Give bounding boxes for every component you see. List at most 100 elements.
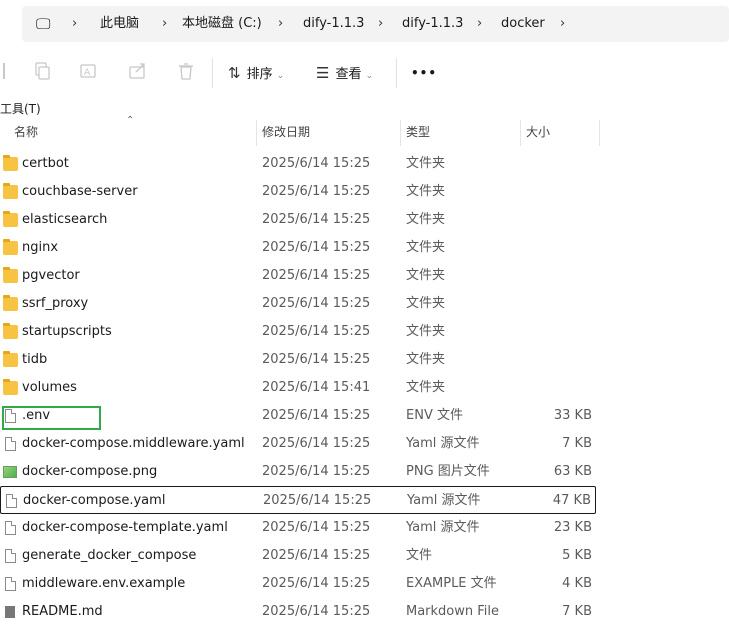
file-date: 2025/6/14 15:25 xyxy=(262,156,371,171)
list-item[interactable]: pgvector 2025/6/14 15:25 文件夹 xyxy=(0,262,600,290)
sort-ascending-icon: ⌃ xyxy=(126,115,135,126)
breadcrumb[interactable]: 🖵 › 此电脑 › 本地磁盘 (C:) › dify-1.1.3 › dify-… xyxy=(22,6,729,42)
menu-tools[interactable]: 工具(T) xyxy=(0,100,41,117)
yaml-file-icon xyxy=(6,494,17,508)
file-date: 2025/6/14 15:41 xyxy=(262,380,371,395)
copy-icon[interactable] xyxy=(30,61,54,85)
file-size: 63 KB xyxy=(553,464,592,479)
list-item[interactable]: tidb 2025/6/14 15:25 文件夹 xyxy=(0,346,600,374)
column-header-size[interactable]: 大小 xyxy=(526,118,550,146)
view-icon: ☰ xyxy=(316,64,330,82)
folder-icon xyxy=(3,211,18,227)
file-icon xyxy=(5,577,16,591)
list-item[interactable]: docker-compose.png 2025/6/14 15:25 PNG 图… xyxy=(0,458,600,486)
file-date: 2025/6/14 15:25 xyxy=(262,184,371,199)
computer-icon[interactable]: 🖵 xyxy=(36,6,50,42)
list-item[interactable]: generate_docker_compose 2025/6/14 15:25 … xyxy=(0,542,600,570)
list-item[interactable]: couchbase-server 2025/6/14 15:25 文件夹 xyxy=(0,178,600,206)
folder-icon xyxy=(3,267,18,283)
file-size: 4 KB xyxy=(562,576,592,591)
file-type: Yaml 源文件 xyxy=(407,493,481,508)
list-item[interactable]: middleware.env.example 2025/6/14 15:25 E… xyxy=(0,570,600,598)
file-date: 2025/6/14 15:25 xyxy=(262,212,371,227)
file-name: ssrf_proxy xyxy=(22,296,89,311)
file-name: middleware.env.example xyxy=(22,576,186,591)
file-name: certbot xyxy=(22,156,69,171)
menu-bar: 工具(T) xyxy=(0,98,729,118)
list-item-focused[interactable]: docker-compose.yaml 2025/6/14 15:25 Yaml… xyxy=(0,486,596,514)
folder-icon xyxy=(3,183,18,199)
file-size: 7 KB xyxy=(562,604,592,619)
column-header-name[interactable]: 名称 xyxy=(14,118,38,146)
list-item[interactable]: README.md 2025/6/14 15:25 Markdown File … xyxy=(0,598,600,626)
column-divider[interactable] xyxy=(400,120,401,146)
breadcrumb-item-local-disk[interactable]: 本地磁盘 (C:) xyxy=(182,6,262,42)
list-item[interactable]: ssrf_proxy 2025/6/14 15:25 文件夹 xyxy=(0,290,600,318)
list-item[interactable]: docker-compose-template.yaml 2025/6/14 1… xyxy=(0,514,600,542)
folder-icon xyxy=(3,155,18,171)
file-date: 2025/6/14 15:25 xyxy=(262,604,371,619)
column-header-date[interactable]: 修改日期 xyxy=(262,118,310,146)
file-name: volumes xyxy=(22,380,77,395)
folder-icon xyxy=(3,351,18,367)
highlight-box xyxy=(2,406,101,430)
file-size: 23 KB xyxy=(553,520,592,535)
column-divider[interactable] xyxy=(520,120,521,146)
chevron-right-icon[interactable]: › xyxy=(162,6,167,42)
file-name: nginx xyxy=(22,240,59,255)
file-name: docker-compose.middleware.yaml xyxy=(22,436,245,451)
list-item[interactable]: elasticsearch 2025/6/14 15:25 文件夹 xyxy=(0,206,600,234)
chevron-right-icon[interactable]: › xyxy=(560,6,565,42)
breadcrumb-item-dify-inner[interactable]: dify-1.1.3 xyxy=(402,6,463,42)
delete-icon[interactable] xyxy=(174,61,198,85)
file-name: elasticsearch xyxy=(22,212,108,227)
markdown-file-icon xyxy=(5,606,15,618)
breadcrumb-item-this-pc[interactable]: 此电脑 xyxy=(100,6,139,42)
list-item[interactable]: startupscripts 2025/6/14 15:25 文件夹 xyxy=(0,318,600,346)
file-name: generate_docker_compose xyxy=(22,548,197,563)
share-icon[interactable] xyxy=(126,61,150,85)
file-date: 2025/6/14 15:25 xyxy=(262,352,371,367)
file-date: 2025/6/14 15:25 xyxy=(262,464,371,479)
file-size: 33 KB xyxy=(553,408,592,423)
folder-icon xyxy=(3,379,18,395)
column-divider[interactable] xyxy=(256,120,257,146)
svg-text:A: A xyxy=(84,68,91,78)
list-item[interactable]: certbot 2025/6/14 15:25 文件夹 xyxy=(0,150,600,178)
list-item[interactable]: docker-compose.middleware.yaml 2025/6/14… xyxy=(0,430,600,458)
column-divider[interactable] xyxy=(599,120,600,146)
file-name: docker-compose.yaml xyxy=(23,493,166,508)
file-type: Yaml 源文件 xyxy=(406,436,480,451)
view-button[interactable]: ☰ 查看 ⌄ xyxy=(316,61,373,85)
list-item[interactable]: volumes 2025/6/14 15:41 文件夹 xyxy=(0,374,600,402)
rename-icon[interactable]: A xyxy=(77,61,101,85)
file-date: 2025/6/14 15:25 xyxy=(262,548,371,563)
file-date: 2025/6/14 15:25 xyxy=(262,408,371,423)
sort-label: 排序 xyxy=(246,67,273,82)
file-type: EXAMPLE 文件 xyxy=(406,576,497,591)
file-type: Yaml 源文件 xyxy=(406,520,480,535)
file-name: README.md xyxy=(22,604,103,619)
chevron-down-icon: ⌄ xyxy=(365,71,374,81)
file-type: 文件夹 xyxy=(406,184,446,199)
chevron-right-icon[interactable]: › xyxy=(477,6,482,42)
chevron-right-icon[interactable]: › xyxy=(378,6,383,42)
file-type: 文件 xyxy=(406,548,433,563)
cut-icon[interactable] xyxy=(0,61,16,85)
breadcrumb-item-dify-outer[interactable]: dify-1.1.3 xyxy=(303,6,364,42)
folder-icon xyxy=(3,295,18,311)
file-date: 2025/6/14 15:25 xyxy=(262,576,371,591)
sort-button[interactable]: ⇅ 排序 ⌄ xyxy=(228,61,284,85)
more-options-button[interactable]: ••• xyxy=(411,61,437,85)
yaml-file-icon xyxy=(5,437,16,451)
list-item[interactable]: nginx 2025/6/14 15:25 文件夹 xyxy=(0,234,600,262)
file-type: Markdown File xyxy=(406,604,500,619)
file-icon xyxy=(5,549,16,563)
breadcrumb-item-docker[interactable]: docker xyxy=(501,6,545,42)
column-header-type[interactable]: 类型 xyxy=(406,118,430,146)
chevron-right-icon[interactable]: › xyxy=(278,6,283,42)
file-date: 2025/6/14 15:25 xyxy=(262,324,371,339)
file-type: 文件夹 xyxy=(406,240,446,255)
chevron-right-icon[interactable]: › xyxy=(72,6,77,42)
address-bar: 🖵 › 此电脑 › 本地磁盘 (C:) › dify-1.1.3 › dify-… xyxy=(0,0,729,48)
